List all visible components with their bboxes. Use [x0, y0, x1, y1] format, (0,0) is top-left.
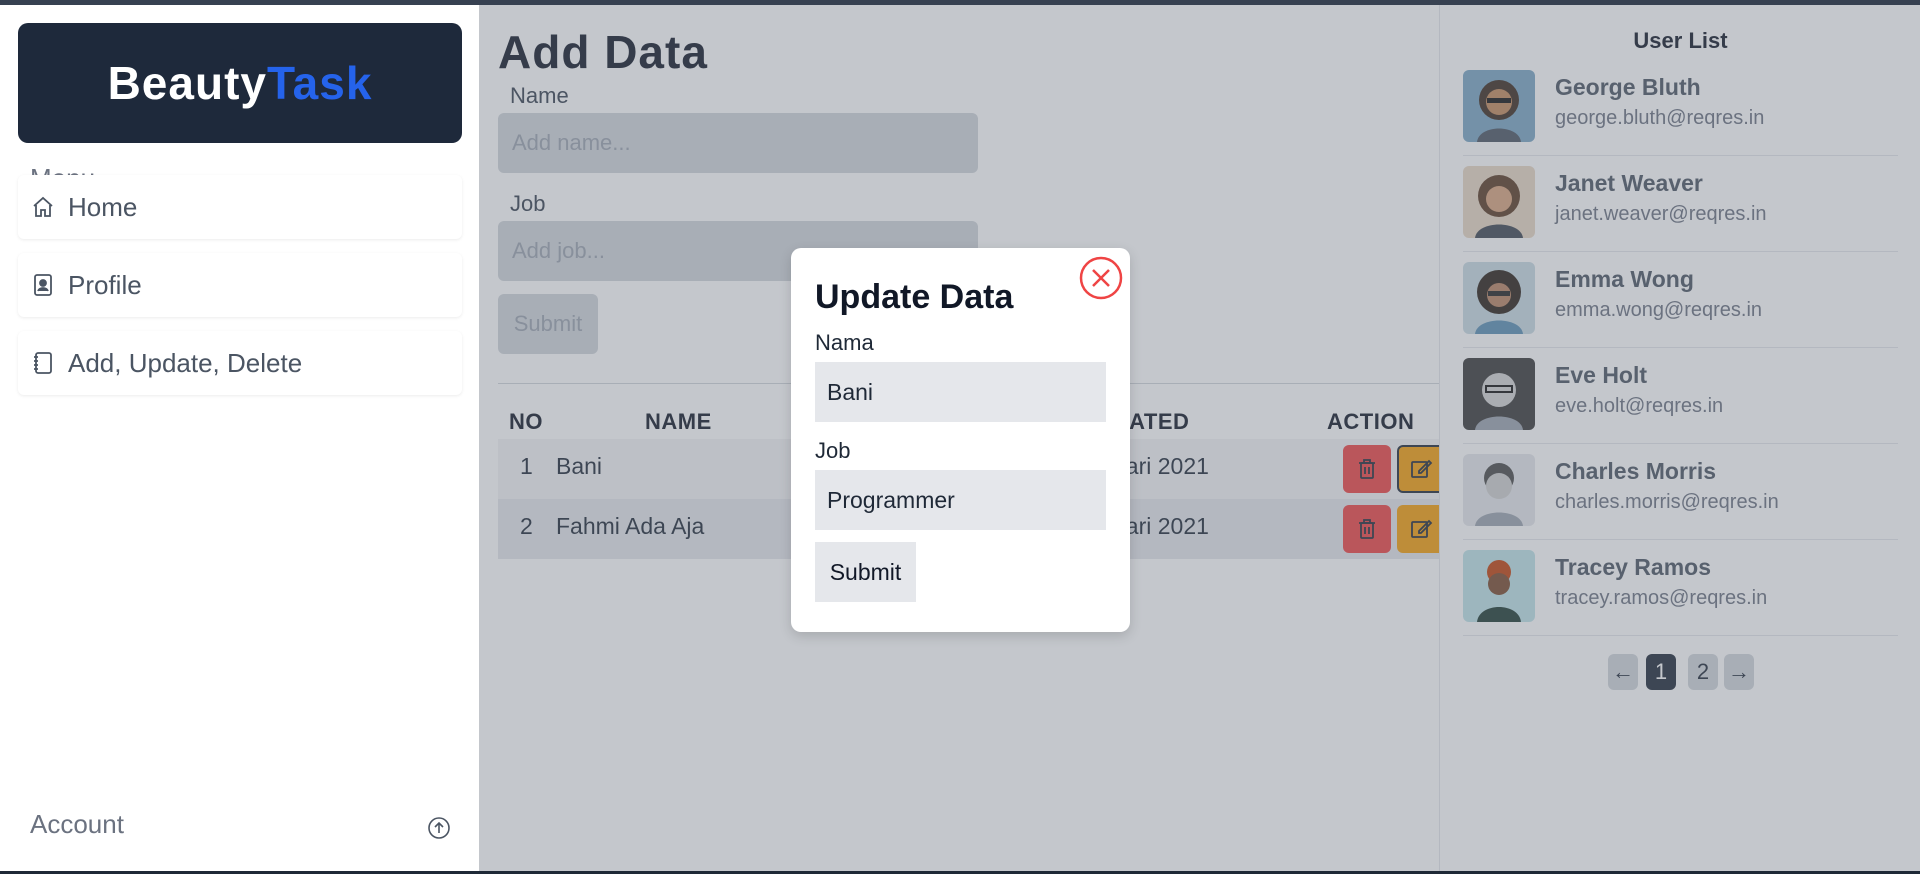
arrow-up-circle-icon[interactable] [427, 816, 451, 840]
modal-title: Update Data [815, 278, 1014, 316]
brand-name-part1: Beauty [107, 57, 267, 109]
modal-backdrop[interactable] [479, 5, 1920, 871]
account-label[interactable]: Account [30, 809, 124, 840]
sidebar: BeautyTask Menu Home Profile Add, Update… [0, 5, 479, 871]
update-data-modal: Update Data Nama Bani Job Programmer Sub… [791, 248, 1130, 632]
sidebar-item-profile[interactable]: Profile [18, 253, 462, 317]
modal-name-input[interactable]: Bani [815, 362, 1106, 422]
modal-submit-button[interactable]: Submit [815, 542, 916, 602]
brand-name-part2: Task [266, 57, 373, 109]
profile-icon [30, 272, 56, 298]
sidebar-item-home[interactable]: Home [18, 175, 462, 239]
sidebar-item-label: Profile [68, 269, 142, 300]
modal-job-label: Job [815, 438, 851, 463]
close-circle-icon[interactable] [1079, 256, 1123, 300]
home-icon [30, 194, 56, 220]
brand-logo[interactable]: Beauty Task [18, 23, 462, 143]
sidebar-item-label: Add, Update, Delete [68, 347, 303, 378]
notebook-icon [30, 350, 56, 376]
modal-job-input[interactable]: Programmer [815, 470, 1106, 530]
modal-name-label: Nama [815, 330, 874, 355]
sidebar-item-crud[interactable]: Add, Update, Delete [18, 331, 462, 395]
sidebar-item-label: Home [68, 191, 138, 222]
